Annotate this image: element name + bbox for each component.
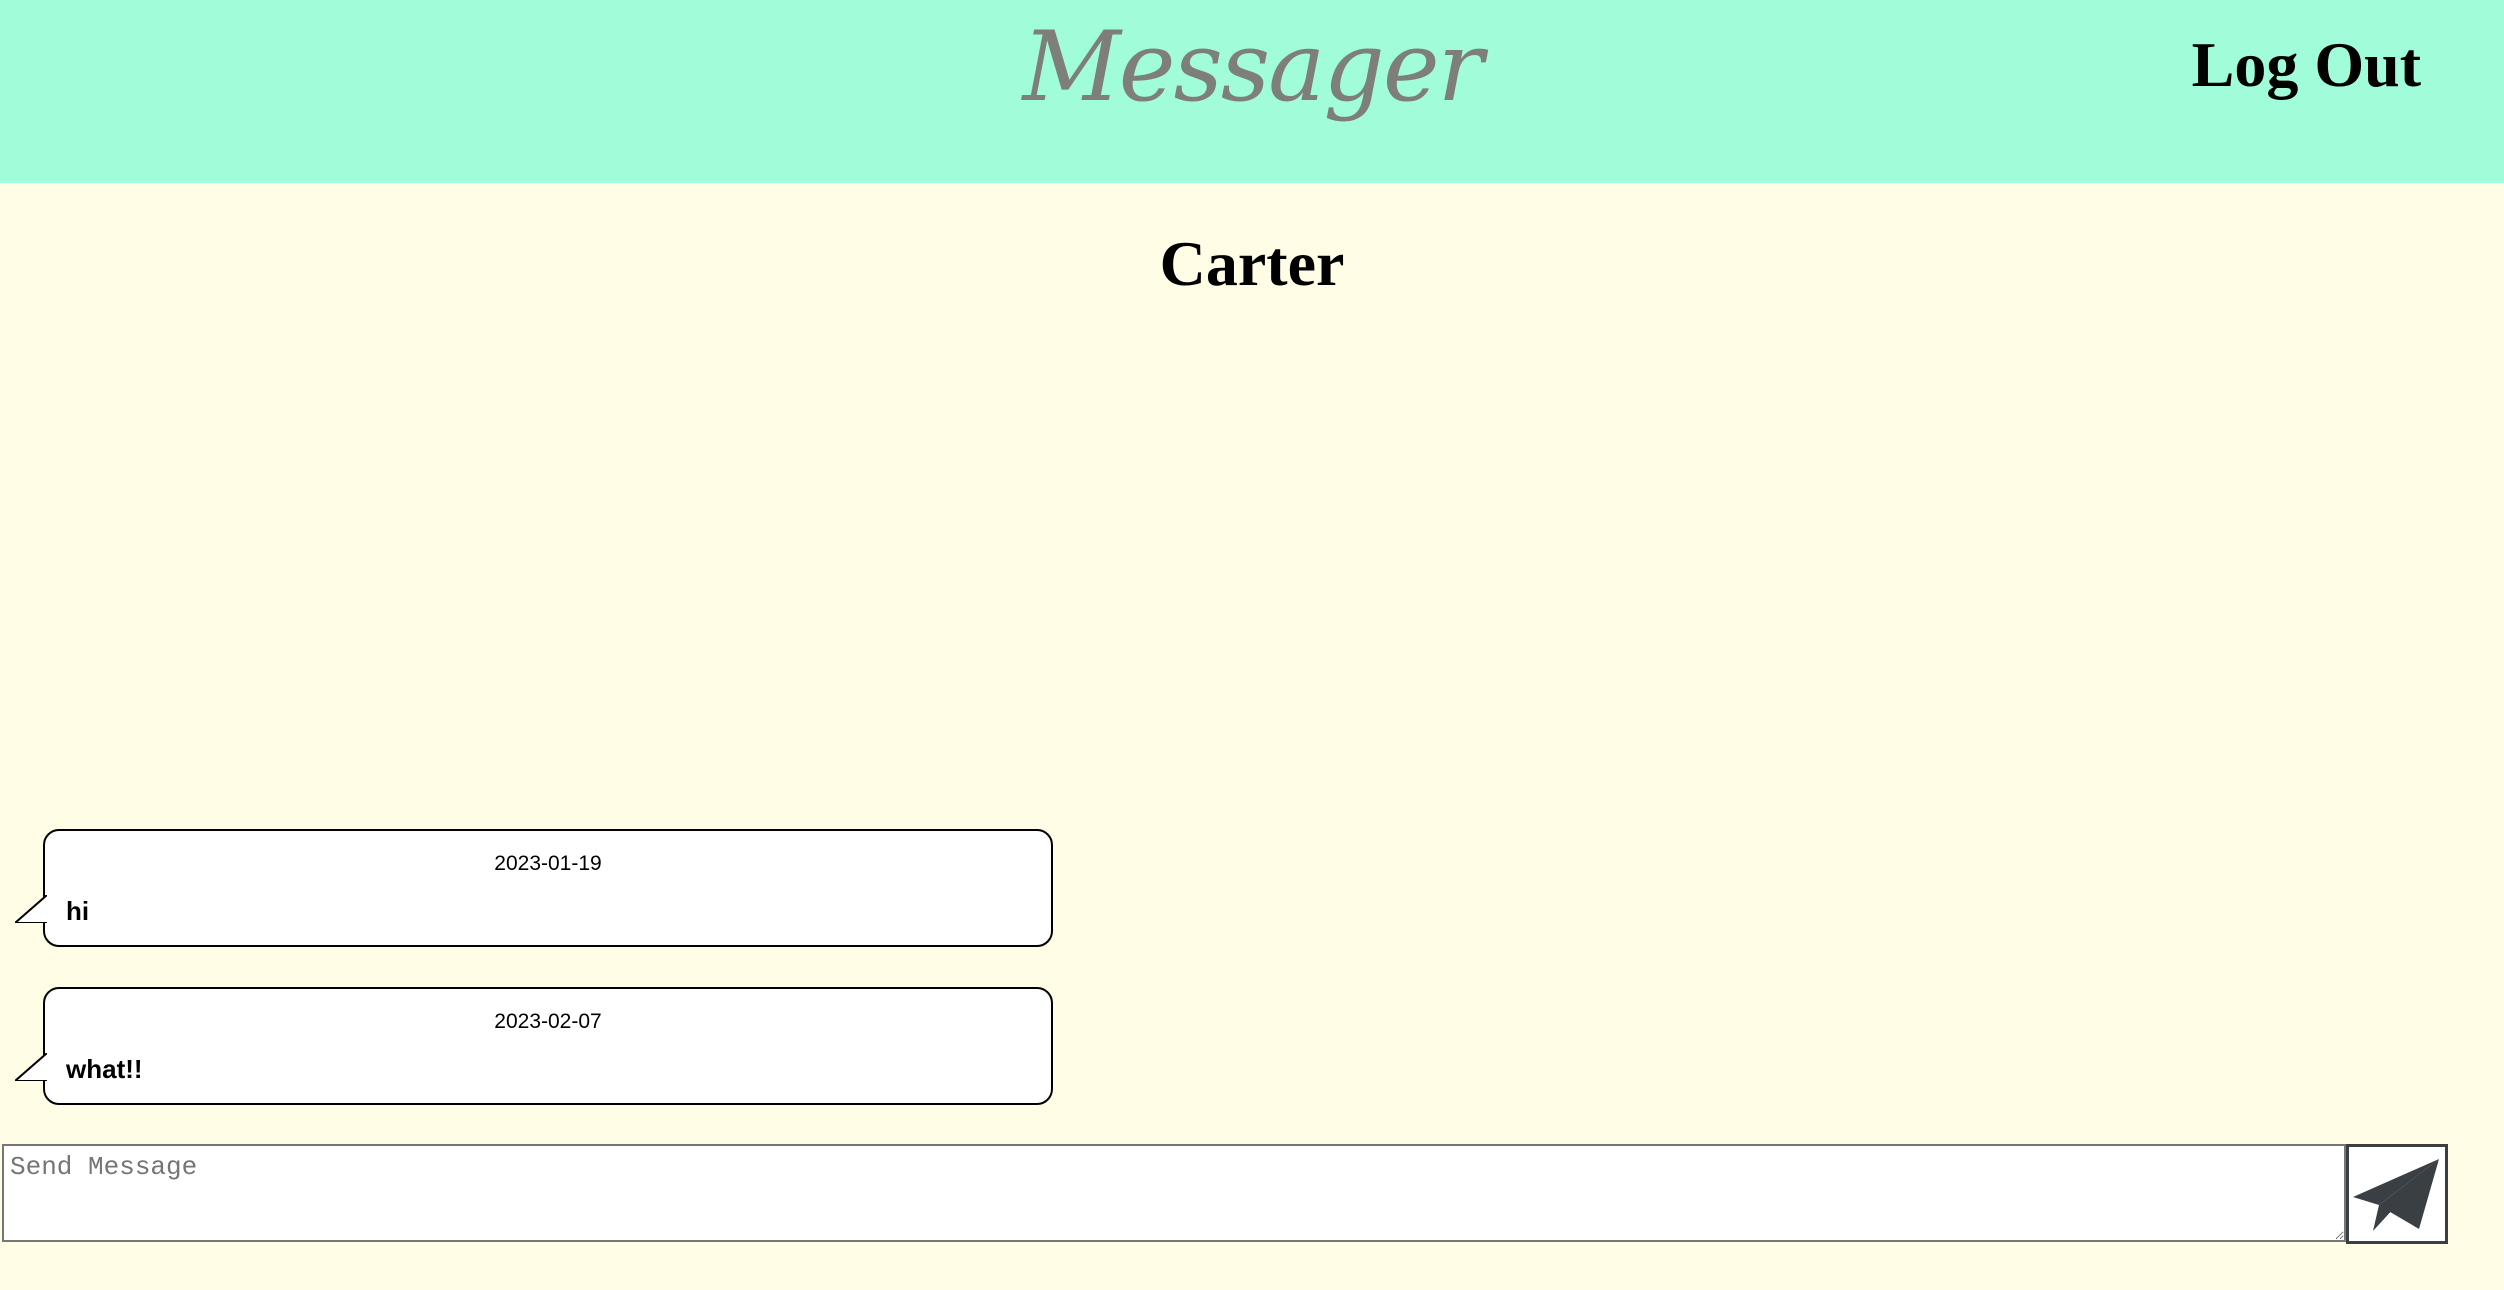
message-bubble: 2023-02-07 what!!	[15, 987, 1053, 1105]
logout-button[interactable]: Log Out	[2192, 22, 2421, 108]
app-logo: Messager	[1022, 11, 1483, 123]
conversation-title: Carter	[1159, 228, 1345, 299]
message-text: what!!	[66, 1054, 143, 1084]
paper-plane-icon	[2353, 1159, 2439, 1231]
bubble-tail	[15, 1053, 47, 1081]
message-bubble: 2023-01-19 hi	[15, 829, 1053, 947]
message-text: hi	[66, 896, 90, 926]
message-date: 2023-01-19	[494, 852, 602, 875]
app-header: Messager Log Out	[0, 0, 2504, 183]
message-date: 2023-02-07	[494, 1010, 602, 1033]
bubble-tail	[15, 895, 47, 923]
send-button[interactable]	[2346, 1144, 2448, 1244]
message-input[interactable]	[2, 1144, 2346, 1242]
